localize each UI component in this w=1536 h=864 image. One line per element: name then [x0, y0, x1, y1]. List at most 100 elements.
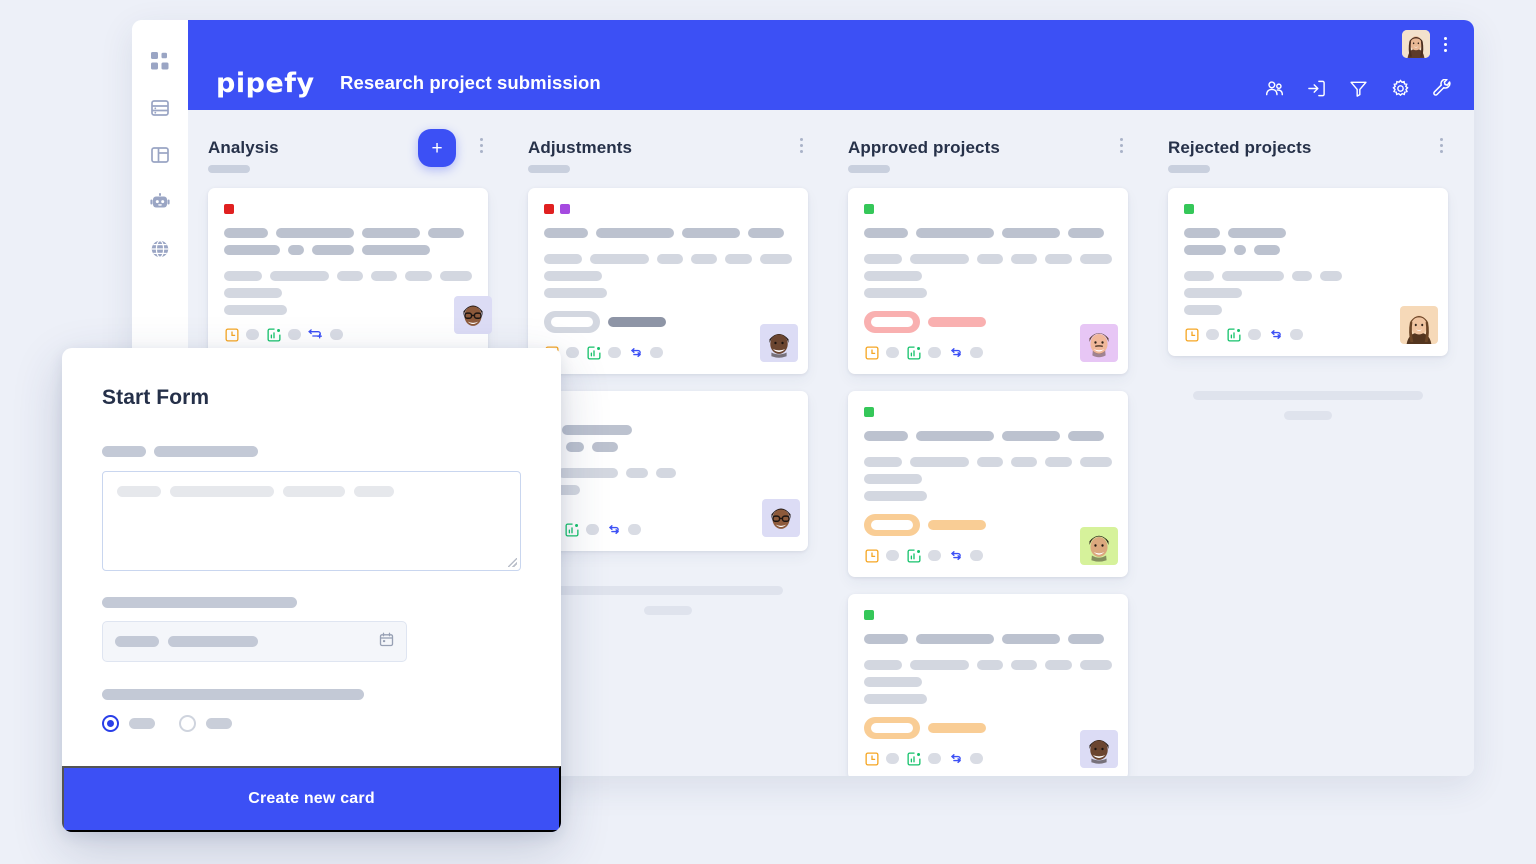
column-kebab-menu[interactable] — [474, 134, 488, 156]
field-label-placeholder — [102, 597, 297, 608]
due-date-icon[interactable] — [864, 548, 879, 563]
chart-icon[interactable] — [906, 345, 921, 360]
column-kebab-menu[interactable] — [1434, 134, 1448, 156]
board-column-approved: Approved projects — [828, 110, 1148, 776]
card-avatar[interactable] — [762, 499, 800, 537]
connection-icon[interactable] — [606, 522, 621, 537]
column-kebab-menu[interactable] — [794, 134, 808, 156]
card-avatar[interactable] — [1080, 527, 1118, 565]
chart-icon[interactable] — [586, 345, 601, 360]
label-dot-green — [864, 204, 874, 214]
column-header: Analysis + — [188, 110, 508, 188]
footer-placeholder — [608, 347, 621, 358]
connection-icon[interactable] — [948, 345, 963, 360]
connection-icon[interactable] — [628, 345, 643, 360]
header-kebab-menu[interactable] — [1438, 34, 1452, 54]
connection-icon[interactable] — [948, 751, 963, 766]
label-dot-red — [544, 204, 554, 214]
card-meta-line — [864, 457, 1112, 467]
due-date-icon[interactable] — [864, 751, 879, 766]
card-body-line — [1184, 305, 1432, 315]
card-body-line — [224, 288, 472, 298]
card-meta-line — [864, 660, 1112, 670]
footer-placeholder — [566, 347, 579, 358]
layout-icon[interactable] — [147, 142, 173, 168]
status-badge — [864, 311, 920, 333]
ghost-bar — [1284, 411, 1332, 420]
card-body-line — [864, 491, 1112, 501]
radio-group — [102, 715, 521, 732]
label-dot-green — [864, 610, 874, 620]
database-icon[interactable] — [147, 95, 173, 121]
column-kebab-menu[interactable] — [1114, 134, 1128, 156]
status-badge-bar — [928, 520, 986, 530]
card-labels — [864, 407, 1112, 417]
footer-placeholder — [928, 347, 941, 358]
card-avatar[interactable] — [454, 296, 492, 334]
pipefy-logo[interactable]: pipefy — [216, 70, 315, 97]
card[interactable] — [848, 188, 1128, 374]
status-badge-bar — [928, 723, 986, 733]
card-footer — [544, 345, 792, 360]
resize-handle[interactable] — [508, 558, 517, 567]
radio-option-1-label — [129, 718, 155, 729]
add-card-button[interactable]: + — [418, 129, 456, 167]
value-chunk — [115, 636, 159, 647]
chart-icon[interactable] — [906, 548, 921, 563]
gear-icon[interactable] — [1390, 78, 1410, 98]
footer-placeholder — [928, 753, 941, 764]
description-textarea[interactable] — [102, 471, 521, 571]
archive-icon[interactable] — [1306, 78, 1326, 98]
card-avatar[interactable] — [1080, 324, 1118, 362]
placeholder-chunk — [283, 486, 345, 497]
start-form-title: Start Form — [102, 386, 210, 409]
label-dot-purple — [560, 204, 570, 214]
card-avatar[interactable] — [760, 324, 798, 362]
card-body-line — [224, 305, 472, 315]
label-chunk — [102, 446, 146, 457]
robot-icon[interactable] — [147, 189, 173, 215]
card-body-line — [544, 271, 792, 281]
card-body-line — [864, 694, 1112, 704]
chart-icon[interactable] — [266, 327, 281, 342]
due-date-icon[interactable] — [1184, 327, 1199, 342]
dashboard-icon[interactable] — [147, 48, 173, 74]
create-new-card-button[interactable]: Create new card — [62, 766, 561, 832]
card[interactable] — [1168, 188, 1448, 356]
card-title-line — [544, 228, 792, 238]
connection-icon[interactable] — [308, 327, 323, 342]
due-date-icon[interactable] — [224, 327, 239, 342]
column-title: Rejected projects — [1168, 138, 1312, 157]
card[interactable] — [848, 391, 1128, 577]
column-title: Adjustments — [528, 138, 633, 157]
column-ghost-placeholders — [1168, 373, 1448, 420]
value-chunk — [168, 636, 258, 647]
due-date-icon[interactable] — [864, 345, 879, 360]
connection-icon[interactable] — [948, 548, 963, 563]
globe-icon[interactable] — [147, 236, 173, 262]
column-card-list — [828, 188, 1148, 776]
card[interactable] — [848, 594, 1128, 776]
status-badge — [864, 514, 920, 536]
members-icon[interactable] — [1264, 78, 1284, 98]
chart-icon[interactable] — [1226, 327, 1241, 342]
chart-icon[interactable] — [564, 522, 579, 537]
avatar[interactable] — [1402, 30, 1430, 58]
date-field[interactable] — [102, 621, 407, 662]
wrench-icon[interactable] — [1432, 78, 1452, 98]
card[interactable] — [528, 391, 808, 551]
card[interactable] — [208, 188, 492, 356]
card-avatar[interactable] — [1080, 730, 1118, 768]
card[interactable] — [528, 188, 808, 374]
filter-icon[interactable] — [1348, 78, 1368, 98]
kebab-dot — [1439, 149, 1443, 153]
column-header: Adjustments — [508, 110, 828, 188]
card-title-line — [224, 245, 472, 255]
card-avatar[interactable] — [1400, 306, 1438, 344]
chart-icon[interactable] — [906, 751, 921, 766]
radio-option-2[interactable] — [179, 715, 196, 732]
radio-option-1[interactable] — [102, 715, 119, 732]
column-subtitle-placeholder — [1168, 165, 1210, 173]
calendar-icon[interactable] — [379, 632, 394, 652]
connection-icon[interactable] — [1268, 327, 1283, 342]
